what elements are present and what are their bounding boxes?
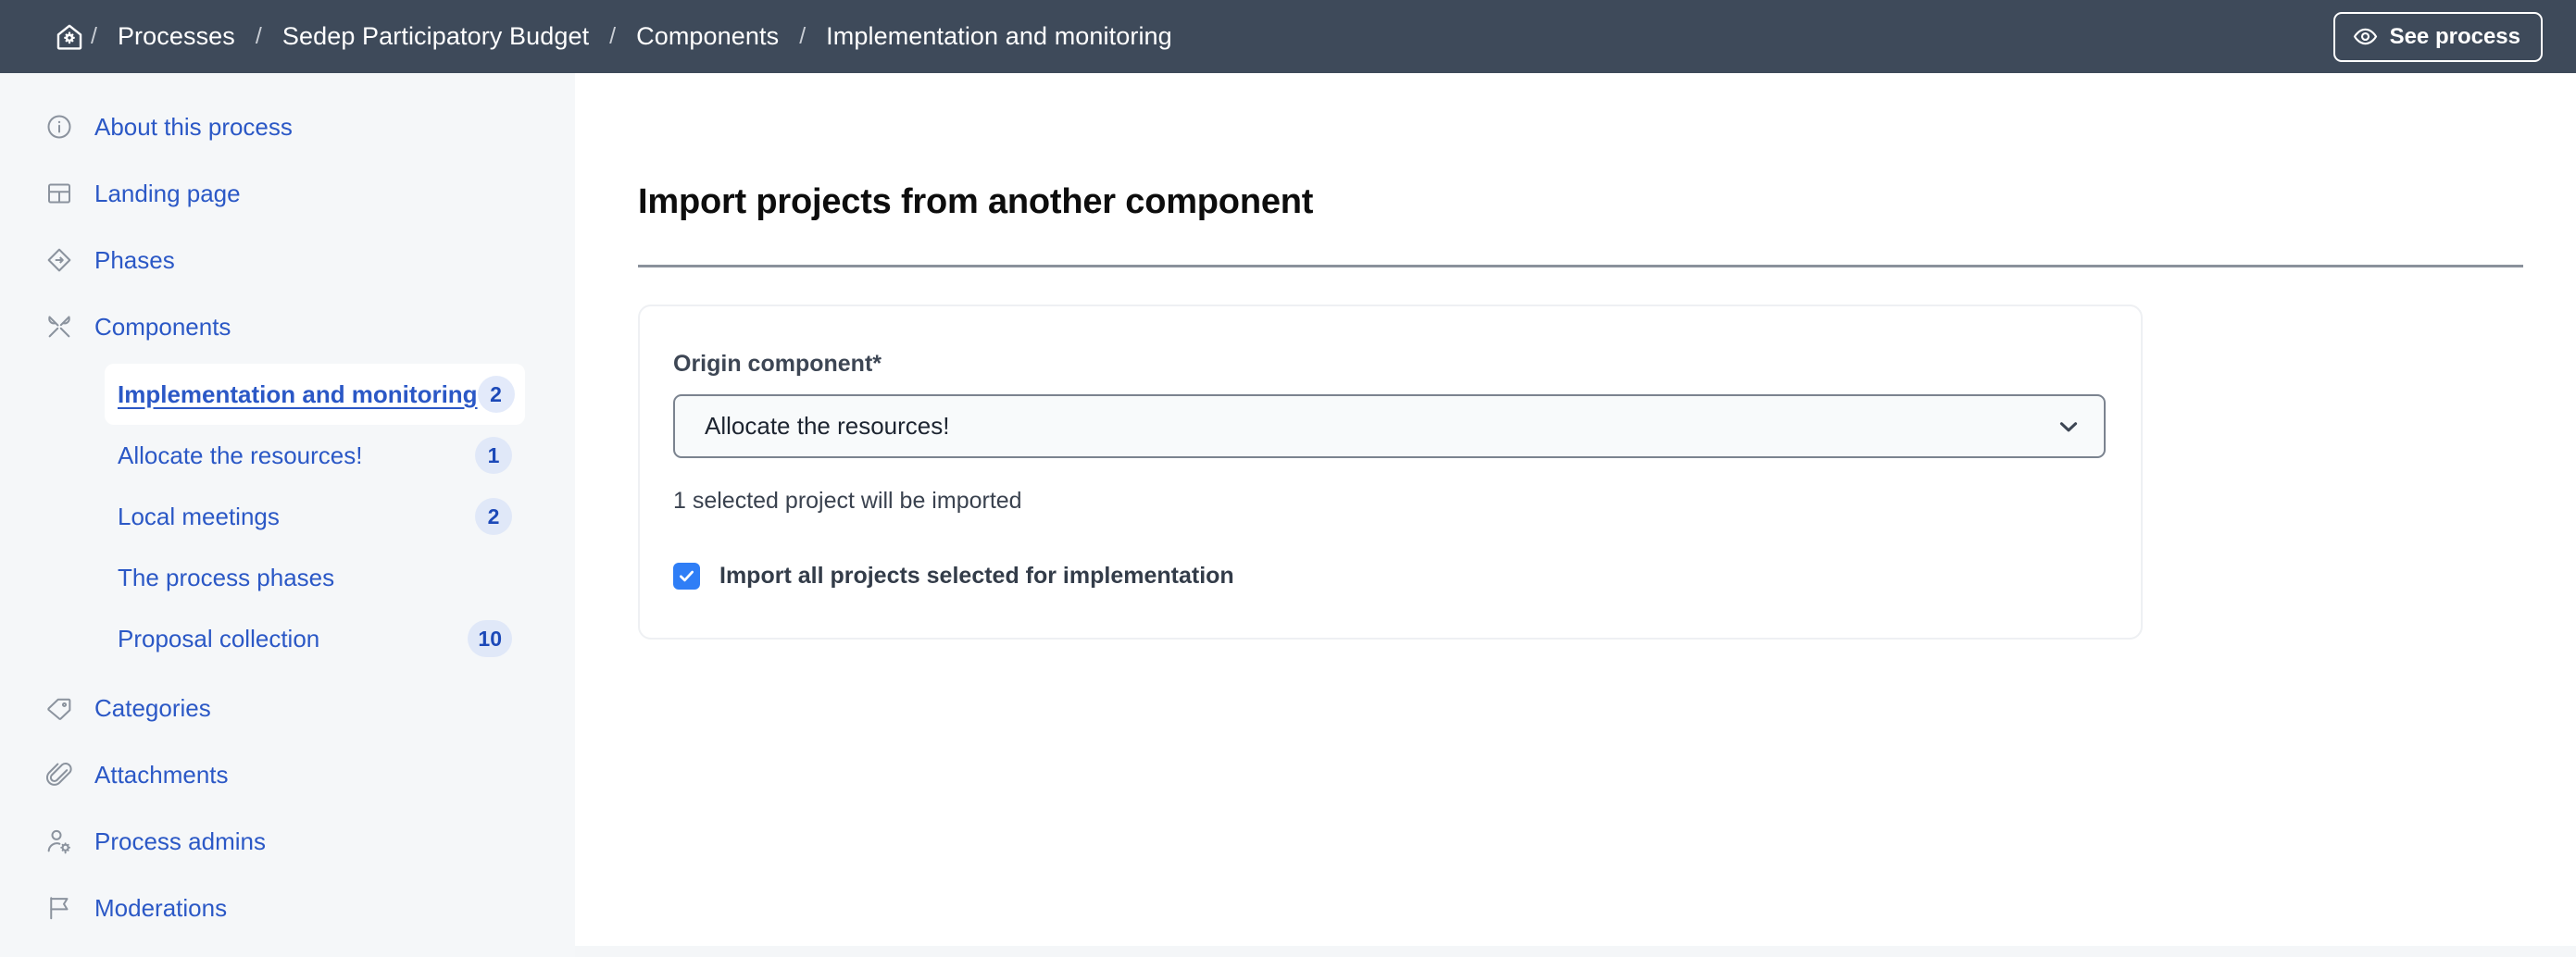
origin-component-select-wrapper: Allocate the resources!	[673, 394, 2106, 458]
sidebar-item-process-admins[interactable]: Process admins	[0, 808, 575, 875]
page-body: About this process Landing page Phases	[0, 73, 2576, 957]
home-gear-icon[interactable]	[52, 19, 87, 55]
breadcrumb-separator-0: /	[87, 25, 101, 48]
breadcrumb-item-implementation-and-monitoring[interactable]: Implementation and monitoring	[809, 22, 1189, 51]
sidebar-subitem-count: 2	[478, 376, 515, 413]
sidebar-item-label: Components	[94, 313, 231, 342]
sidebar-subitem-label: Allocate the resources!	[118, 441, 362, 470]
sidebar-subitem-count	[475, 559, 512, 596]
import-all-projects-checkbox[interactable]	[673, 563, 700, 590]
top-bar: / Processes / Sedep Participatory Budget…	[0, 0, 2576, 73]
sidebar-subitem-count: 2	[475, 498, 512, 535]
breadcrumb-item-processes[interactable]: Processes	[101, 22, 252, 51]
info-circle-icon	[44, 112, 74, 142]
sidebar-item-label: Phases	[94, 246, 175, 275]
breadcrumb-item-sedep-participatory-budget[interactable]: Sedep Participatory Budget	[266, 22, 606, 51]
see-process-label: See process	[2390, 24, 2520, 50]
sidebar-item-label: Moderations	[94, 894, 227, 923]
sidebar-item-categories[interactable]: Categories	[0, 675, 575, 741]
tools-icon	[44, 312, 74, 342]
sidebar-subitem-label: Local meetings	[118, 503, 280, 531]
sidebar: About this process Landing page Phases	[0, 73, 575, 957]
sidebar-item-label: About this process	[94, 113, 293, 142]
breadcrumb-separator-1: /	[252, 25, 266, 48]
sidebar-item-label: Categories	[94, 694, 211, 723]
origin-component-label: Origin component*	[673, 351, 2141, 378]
breadcrumb-separator-3: /	[795, 25, 809, 48]
title-divider	[638, 265, 2523, 267]
sidebar-item-components[interactable]: Components	[0, 293, 575, 360]
breadcrumb-item-components[interactable]: Components	[619, 22, 795, 51]
tag-icon	[44, 693, 74, 723]
import-form-card: Origin component* Allocate the resources…	[638, 304, 2143, 640]
breadcrumb-separator-2: /	[606, 25, 619, 48]
sidebar-subitem-allocate-the-resources[interactable]: Allocate the resources! 1	[105, 425, 525, 486]
page-title: Import projects from another component	[638, 182, 2576, 222]
sidebar-item-attachments[interactable]: Attachments	[0, 741, 575, 808]
breadcrumb: / Processes / Sedep Participatory Budget…	[0, 19, 2333, 55]
sidebar-subitem-the-process-phases[interactable]: The process phases	[105, 547, 525, 608]
import-all-projects-checkbox-row[interactable]: Import all projects selected for impleme…	[673, 563, 1234, 590]
sidebar-item-moderations[interactable]: Moderations	[0, 875, 575, 941]
sidebar-item-phases[interactable]: Phases	[0, 227, 575, 293]
sidebar-item-landing-page[interactable]: Landing page	[0, 160, 575, 227]
sidebar-subitem-label: Proposal collection	[118, 625, 319, 653]
sidebar-subitem-implementation-and-monitoring[interactable]: Implementation and monitoring 2	[105, 364, 525, 425]
paperclip-icon	[44, 760, 74, 789]
diamond-arrow-icon	[44, 245, 74, 275]
eye-icon	[2353, 24, 2378, 49]
user-gear-icon	[44, 826, 74, 856]
sidebar-item-about-this-process[interactable]: About this process	[0, 93, 575, 160]
selected-projects-help-text: 1 selected project will be imported	[673, 488, 2141, 515]
import-all-projects-label: Import all projects selected for impleme…	[719, 563, 1234, 590]
sidebar-subitem-label: The process phases	[118, 564, 334, 592]
layout-grid-icon	[44, 179, 74, 208]
sidebar-item-label: Attachments	[94, 761, 229, 789]
see-process-button[interactable]: See process	[2333, 12, 2543, 62]
flag-icon	[44, 893, 74, 923]
sidebar-subitem-count: 10	[468, 620, 512, 657]
sidebar-subitem-local-meetings[interactable]: Local meetings 2	[105, 486, 525, 547]
main-content: Import projects from another component O…	[575, 73, 2576, 946]
sidebar-subitem-proposal-collection[interactable]: Proposal collection 10	[105, 608, 525, 669]
sidebar-subitem-count: 1	[475, 437, 512, 474]
sidebar-item-label: Process admins	[94, 827, 266, 856]
sidebar-item-label: Landing page	[94, 180, 241, 208]
components-sublist: Implementation and monitoring 2 Allocate…	[0, 364, 575, 669]
origin-component-select[interactable]: Allocate the resources!	[673, 394, 2106, 458]
sidebar-subitem-label: Implementation and monitoring	[118, 380, 478, 409]
